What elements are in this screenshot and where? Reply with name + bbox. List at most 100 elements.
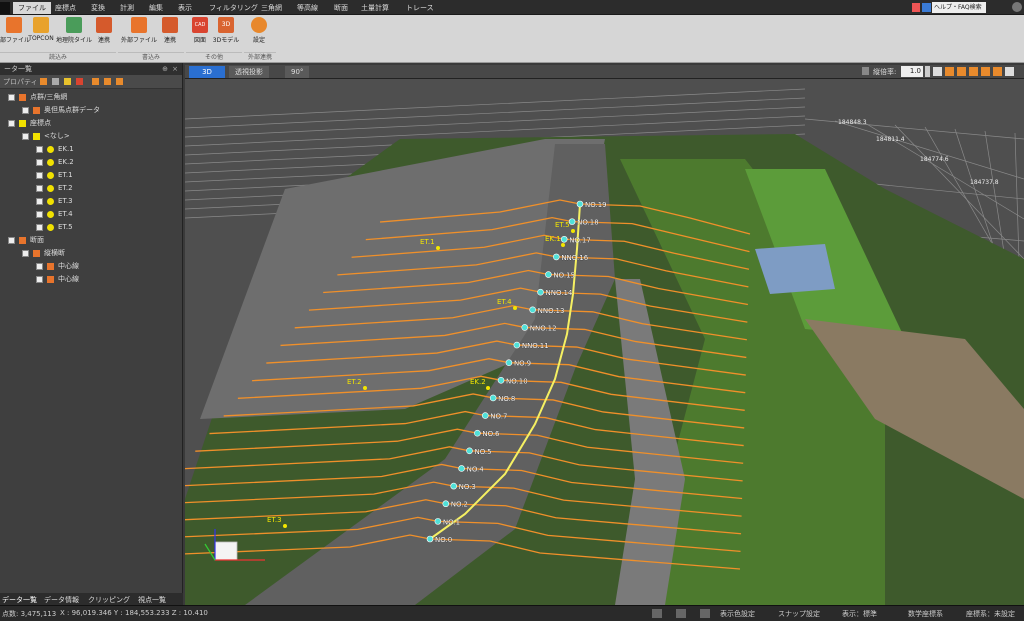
tree-item[interactable]: EK.1 (0, 143, 183, 156)
tree-checkbox[interactable] (36, 159, 43, 166)
menu-item-points[interactable]: 座標点 (50, 2, 81, 14)
view-bottom-icon[interactable] (993, 67, 1002, 76)
menu-item-volume[interactable]: 土量計算 (356, 2, 394, 14)
tree-item[interactable]: ET.2 (0, 182, 183, 195)
survey-point-marker (486, 386, 490, 390)
tree-item[interactable]: <なし> (0, 130, 183, 143)
tree-checkbox[interactable] (36, 185, 43, 192)
export-file-button[interactable]: 外部ファイル (121, 17, 157, 44)
app-logo-icon[interactable] (0, 2, 10, 14)
view-side-icon[interactable] (957, 67, 966, 76)
view-front-icon[interactable] (945, 67, 954, 76)
tab-perspective[interactable]: 透視投影 (229, 66, 269, 78)
tree-item[interactable]: ET.1 (0, 169, 183, 182)
menu-item-edit[interactable]: 編集 (144, 2, 168, 14)
move-icon[interactable] (64, 78, 71, 85)
edit-icon[interactable] (52, 78, 59, 85)
display-mode-button[interactable]: 表示：標準 (842, 609, 877, 619)
gsi-tile-button[interactable]: 地理院タイル (55, 17, 93, 44)
delete-icon[interactable] (76, 78, 83, 85)
export-icon[interactable] (116, 78, 123, 85)
tree-item[interactable]: ET.4 (0, 208, 183, 221)
tab-90deg[interactable]: 90° (285, 66, 310, 78)
scale-spinner[interactable] (925, 66, 930, 77)
vertical-scale-input[interactable]: 1.0 (901, 66, 923, 77)
tree-checkbox[interactable] (8, 237, 15, 244)
properties-button[interactable]: プロパティ (3, 77, 38, 87)
tree-item[interactable]: ET.5 (0, 221, 183, 234)
tree-item[interactable]: 中心線 (0, 260, 183, 273)
tree-checkbox[interactable] (36, 276, 43, 283)
import-link-button[interactable]: 連携 (94, 17, 114, 44)
fullscreen-icon[interactable] (1005, 67, 1014, 76)
tree-checkbox[interactable] (36, 211, 43, 218)
export-link-button[interactable]: 連携 (158, 17, 182, 44)
tab-3d[interactable]: 3D (189, 66, 225, 78)
tree-item[interactable]: 縦横断 (0, 247, 183, 260)
tab-clipping[interactable]: クリッピング (88, 595, 130, 605)
menu-item-view[interactable]: 表示 (173, 2, 197, 14)
tree-checkbox[interactable] (36, 263, 43, 270)
station-label: NNO.11 (522, 342, 549, 350)
menu-item-measure[interactable]: 計測 (115, 2, 139, 14)
menu-item-section[interactable]: 断面 (329, 2, 353, 14)
grid-toggle-icon[interactable] (700, 609, 710, 618)
tree-item[interactable]: 座標点 (0, 117, 183, 130)
point-cloud-scene[interactable]: NO.19 NO.18 NO.17 NNO.16 NO.15 NNO.14 NNO.13 NN… (185, 79, 1024, 605)
help-search-input[interactable]: ヘルプ・FAQ検索 (932, 2, 986, 13)
zoom-icon[interactable] (652, 609, 662, 618)
snap-settings-button[interactable]: スナップ設定 (778, 609, 820, 619)
layers-icon[interactable] (676, 609, 686, 618)
menu-item-file[interactable]: ファイル (13, 2, 51, 14)
tree-item[interactable]: 奥但馬点群データ (0, 104, 183, 117)
folder-icon[interactable] (92, 78, 99, 85)
tab-viewpoints[interactable]: 視点一覧 (138, 595, 166, 605)
tree-item[interactable]: 断面 (0, 234, 183, 247)
tree-checkbox[interactable] (36, 172, 43, 179)
tree-checkbox[interactable] (36, 224, 43, 231)
topcon-button[interactable]: TOPCON (28, 17, 54, 42)
view-top-icon[interactable] (969, 67, 978, 76)
tree-checkbox[interactable] (22, 133, 29, 140)
menu-item-trace[interactable]: トレース (401, 2, 439, 14)
tree-checkbox[interactable] (36, 198, 43, 205)
tree-item[interactable]: EK.2 (0, 156, 183, 169)
tab-data-list[interactable]: データ一覧 (2, 595, 37, 605)
3d-model-button[interactable]: 3D 3Dモデル (212, 17, 240, 44)
home-view-icon[interactable] (933, 67, 942, 76)
tree-checkbox[interactable] (8, 120, 15, 127)
sort-icon[interactable] (912, 3, 920, 12)
pin-icon[interactable]: ⊕ (162, 63, 168, 75)
menu-item-tin[interactable]: 三角網 (256, 2, 287, 14)
tree-checkbox[interactable] (8, 94, 15, 101)
layer-icon[interactable] (104, 78, 111, 85)
tree-item[interactable]: ET.3 (0, 195, 183, 208)
cad-drawing-button[interactable]: CAD 図面 (188, 17, 212, 44)
menu-item-filter[interactable]: フィルタリング (204, 2, 263, 14)
math-coord-button[interactable]: 数学座標系 (908, 609, 943, 619)
station-marker (450, 482, 457, 490)
tree-checkbox[interactable] (36, 146, 43, 153)
point-icon (47, 146, 54, 153)
menu-item-convert[interactable]: 変換 (86, 2, 110, 14)
add-icon[interactable] (40, 78, 47, 85)
coord-system-button[interactable]: 座標系：未設定 (966, 609, 1015, 619)
tree-item-label: ET.5 (58, 223, 73, 231)
display-color-button[interactable]: 表示色設定 (720, 609, 755, 619)
menu-item-contour[interactable]: 等高線 (292, 2, 323, 14)
close-icon[interactable]: × (172, 63, 178, 75)
settings-button[interactable]: 設定 (246, 17, 272, 44)
station-label: NNO.16 (561, 254, 588, 262)
tree-checkbox[interactable] (22, 250, 29, 257)
import-file-button[interactable]: 部ファイル (0, 17, 30, 44)
tab-data-info[interactable]: データ情報 (44, 595, 79, 605)
tree-item[interactable]: 中心線 (0, 273, 183, 286)
point-icon (47, 172, 54, 179)
station-marker (576, 200, 584, 208)
3d-viewport[interactable]: NO.19 NO.18 NO.17 NNO.16 NO.15 NNO.14 NNO.13 NN… (185, 79, 1024, 605)
tree-item[interactable]: 点群/三角網 (0, 91, 183, 104)
tree-checkbox[interactable] (22, 107, 29, 114)
point-icon (47, 159, 54, 166)
settings-icon[interactable] (1012, 2, 1022, 12)
view-back-icon[interactable] (981, 67, 990, 76)
